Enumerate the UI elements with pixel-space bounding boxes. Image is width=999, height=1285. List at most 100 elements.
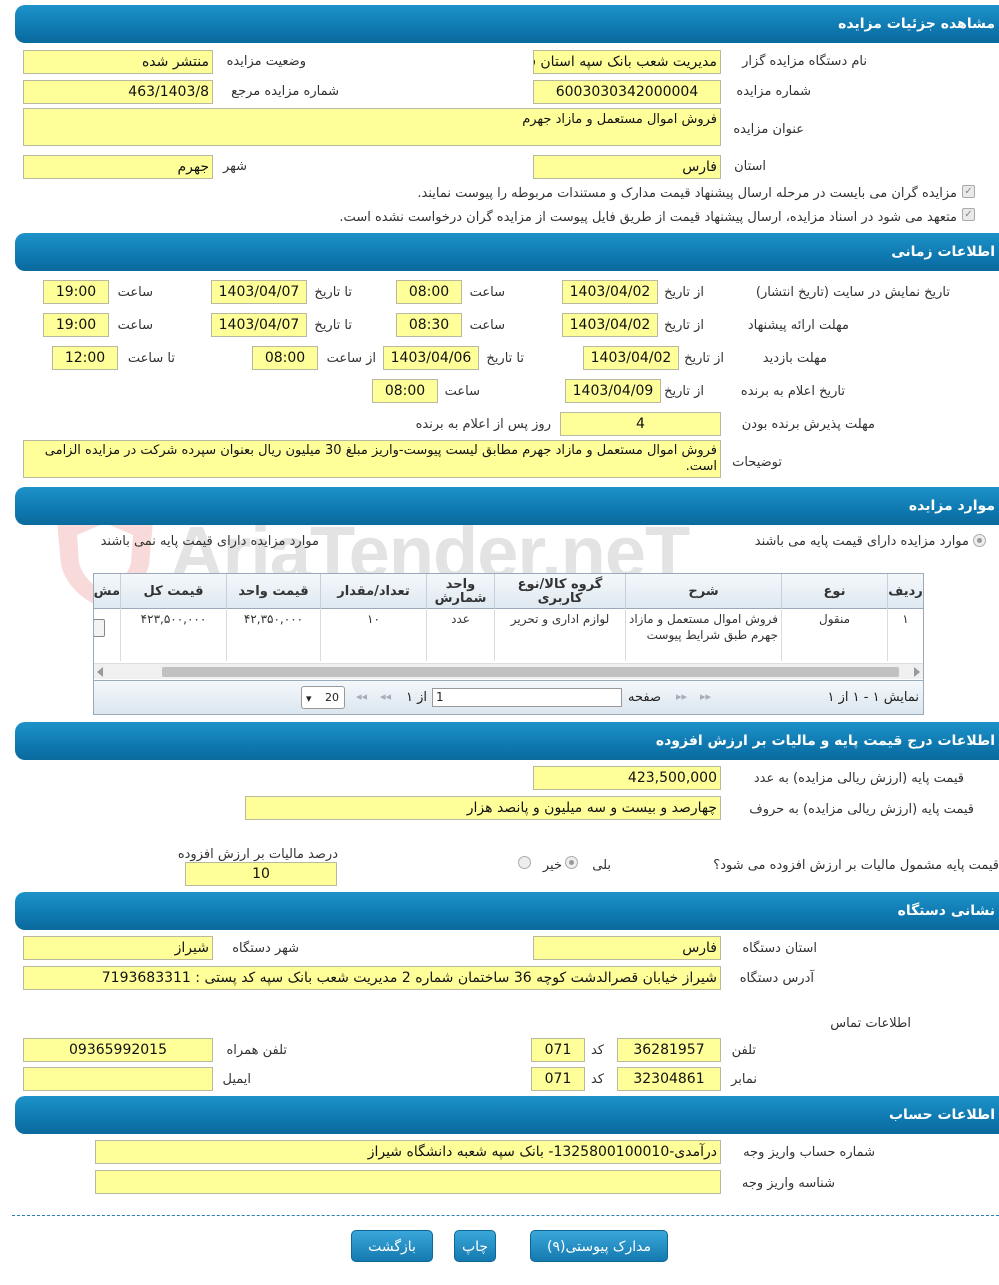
cell-group: لوازم اداری و تحریر [494, 609, 625, 661]
section-header-items: موارد مزایده [15, 487, 999, 525]
province-field: فارس [533, 155, 721, 179]
col-more[interactable]: مش [94, 574, 120, 609]
col-unit-price[interactable]: قیمت واحد [226, 574, 320, 609]
visit-to-time: 12:00 [52, 346, 118, 370]
attach-required-checkbox[interactable]: ✓ [962, 185, 975, 198]
back-button[interactable]: بازگشت [351, 1230, 433, 1262]
next-page-icon[interactable]: ◂◂ [380, 690, 391, 703]
page-size-value: 20 [325, 691, 339, 704]
section-header-details: مشاهده جزئیات مزایده [15, 5, 999, 43]
phone-label: تلفن [731, 1043, 756, 1058]
scroll-left-icon[interactable] [97, 667, 103, 677]
offer-from-label: از تاریخ [664, 318, 704, 333]
cell-more [94, 609, 120, 661]
org-label: نام دستگاه مزایده گزار [742, 54, 867, 69]
base-price-text-field: چهارصد و بیست و سه میلیون و پانصد هزار [245, 796, 721, 820]
cell-quantity: ۱۰ [320, 609, 426, 661]
accept-suffix: روز پس از اعلام به برنده [415, 417, 551, 432]
pager: نمایش ۱ - ۱ از ۱ ▸▸ ▸▸ صفحه 1 از ۱ ◂◂ ◂◂… [94, 680, 923, 714]
accept-days-field: 4 [560, 412, 721, 436]
page-size-select[interactable]: 20 ▾ [301, 686, 345, 709]
has-base-price-radio[interactable] [973, 534, 986, 547]
vat-percent-field: 10 [185, 862, 337, 886]
divider [12, 1215, 999, 1216]
status-field: منتشر شده [23, 50, 213, 74]
visit-from-time-label: از ساعت [326, 351, 376, 366]
attachments-button[interactable]: مدارک پیوستی(۹) [530, 1230, 668, 1262]
col-row[interactable]: ردیف [887, 574, 923, 609]
announce-time: 08:00 [372, 379, 438, 403]
announce-time-label: ساعت [444, 384, 480, 399]
vat-yes-label: بلی [592, 858, 611, 873]
publish-label: تاریخ نمایش در سایت (تاریخ انتشار) [755, 285, 950, 300]
offer-time-label: ساعت [469, 318, 505, 333]
base-price-number-label: قیمت پایه (ارزش ریالی مزایده) به عدد [753, 771, 964, 786]
vat-no-radio[interactable] [518, 856, 531, 869]
description-label: توضیحات [732, 455, 782, 470]
org-field: مدیریت شعب بانک سپه استان فارس [533, 50, 721, 74]
items-table: ردیف نوع شرح گروه کالا/نوع کاربری واحد ش… [93, 573, 924, 715]
visit-to-date: 1403/04/06 [383, 346, 479, 370]
first-page-icon[interactable]: ▸▸ [700, 690, 711, 703]
cell-type: منقول [781, 609, 887, 661]
announce-date: 1403/04/09 [565, 379, 661, 403]
offer-to-time: 19:00 [43, 313, 109, 337]
fax-label: نمابر [731, 1072, 757, 1087]
print-button[interactable]: چاپ [454, 1230, 496, 1262]
no-attach-commit-checkbox[interactable]: ✓ [962, 208, 975, 221]
cell-description: فروش اموال مستعمل و مازاد جهرم طبق شرایط… [625, 609, 781, 661]
publish-from-date: 1403/04/02 [562, 280, 658, 304]
col-group[interactable]: گروه کالا/نوع کاربری [494, 574, 625, 609]
prev-page-icon[interactable]: ▸▸ [676, 690, 687, 703]
section-header-timing: اطلاعات زمانی [15, 233, 999, 271]
last-page-icon[interactable]: ◂◂ [356, 690, 367, 703]
accept-label: مهلت پذیرش برنده بودن [741, 417, 875, 432]
org-province-field: فارس [533, 936, 721, 960]
auction-number-label: شماره مزایده [736, 84, 811, 99]
account-number-field: درآمدی-1325800100010- بانک سپه شعبه دانش… [95, 1140, 721, 1164]
offer-to-time-label: ساعت [117, 318, 153, 333]
publish-from-time: 08:00 [396, 280, 462, 304]
publish-from-label: از تاریخ [664, 285, 704, 300]
payment-id-field [95, 1170, 721, 1194]
horizontal-scrollbar[interactable] [94, 663, 923, 679]
auction-number-field: 6003030342000004 [533, 80, 721, 104]
email-field [23, 1067, 213, 1091]
announce-label: تاریخ اعلام به برنده [740, 384, 845, 399]
publish-to-time-label: ساعت [117, 285, 153, 300]
city-field: جهرم [23, 155, 213, 179]
org-city-label: شهر دستگاه [232, 941, 299, 956]
email-label: ایمیل [222, 1072, 251, 1087]
cell-unit: عدد [426, 609, 494, 661]
phone-code-label: کد [590, 1043, 604, 1058]
cell-total-price: ۴۲۳,۵۰۰,۰۰۰ [120, 609, 226, 661]
col-total-price[interactable]: قیمت کل [120, 574, 226, 609]
col-unit[interactable]: واحد شمارش [426, 574, 494, 609]
row-detail-button[interactable] [94, 619, 105, 637]
no-attach-commit-text: متعهد می شود در اسناد مزایده، ارسال پیشن… [339, 210, 957, 225]
visit-to-label: تا تاریخ [486, 351, 524, 366]
org-province-label: استان دستگاه [742, 941, 817, 956]
vat-yes-radio[interactable] [565, 856, 578, 869]
fax-code-label: کد [590, 1072, 604, 1087]
publish-to-label: تا تاریخ [314, 285, 352, 300]
province-label: استان [734, 159, 766, 174]
visit-from-time: 08:00 [252, 346, 318, 370]
page-label: صفحه [628, 690, 661, 705]
fax-field: 32304861 [617, 1067, 721, 1091]
org-city-field: شیراز [23, 936, 213, 960]
mobile-field: 09365992015 [23, 1038, 213, 1062]
publish-to-date: 1403/04/07 [211, 280, 307, 304]
scroll-right-icon[interactable] [914, 667, 920, 677]
page-input[interactable]: 1 [432, 688, 622, 707]
of-pages: از ۱ [405, 690, 427, 705]
col-type[interactable]: نوع [781, 574, 887, 609]
col-quantity[interactable]: تعداد/مقدار [320, 574, 426, 609]
scroll-thumb[interactable] [162, 667, 899, 677]
base-price-text-label: قیمت پایه (ارزش ریالی مزایده) به حروف [749, 802, 974, 817]
pager-summary: نمایش ۱ - ۱ از ۱ [827, 690, 920, 705]
attach-required-text: مزایده گران می بایست در مرحله ارسال پیشن… [417, 186, 957, 201]
offer-from-time: 08:30 [396, 313, 462, 337]
col-description[interactable]: شرح [625, 574, 781, 609]
offer-label: مهلت ارائه پیشنهاد [747, 318, 849, 333]
